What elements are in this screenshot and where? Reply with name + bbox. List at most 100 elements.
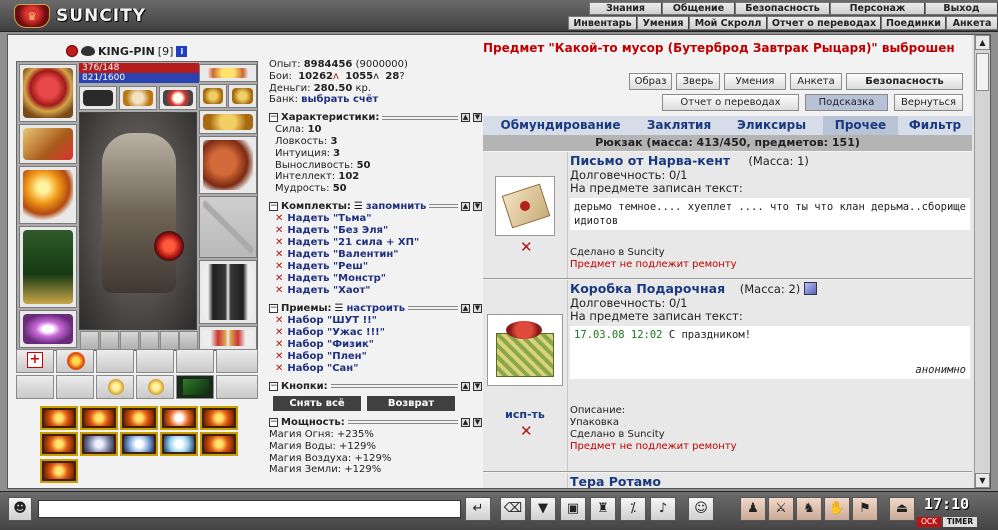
earring-slot[interactable]: [119, 86, 157, 110]
scroll-down-icon[interactable]: ▼: [975, 473, 990, 488]
up-arrow-icon[interactable]: ▲: [461, 201, 470, 211]
trick-set-item[interactable]: ✕ Набор "Ужас !!!": [269, 327, 482, 339]
delete-icon[interactable]: ✕: [275, 261, 283, 273]
security-button[interactable]: Безопасность: [846, 73, 963, 90]
set-item[interactable]: ✕ Надеть "Монстр": [269, 273, 482, 285]
letter-icon[interactable]: [495, 176, 555, 236]
collapse-icon[interactable]: −: [269, 381, 278, 391]
select-icon[interactable]: ▣: [560, 497, 586, 521]
group-icon[interactable]: ♞: [796, 497, 822, 521]
down-arrow-icon[interactable]: ▼: [473, 201, 482, 211]
vertical-scrollbar[interactable]: ▲ ▼: [974, 35, 990, 488]
item-name[interactable]: Коробка Подарочная: [570, 281, 725, 296]
exit-icon[interactable]: ⏏: [889, 497, 915, 521]
menu-my-scroll[interactable]: Мой Скролл: [689, 16, 767, 30]
hand-icon[interactable]: ✋: [824, 497, 850, 521]
collapse-icon[interactable]: −: [269, 201, 278, 211]
menu-skills[interactable]: Умения: [637, 16, 689, 30]
use-item-link[interactable]: исп-ть: [495, 408, 555, 421]
up-arrow-icon[interactable]: ▲: [461, 113, 470, 123]
delete-icon[interactable]: ✕: [520, 422, 533, 440]
delete-icon[interactable]: ✕: [275, 327, 283, 339]
trick-set-item[interactable]: ✕ Набор "ШУТ !!": [269, 315, 482, 327]
ring-slot-3[interactable]: [228, 84, 257, 108]
spell-slot-8[interactable]: [120, 432, 158, 456]
delete-icon[interactable]: ✕: [275, 285, 283, 297]
back-button[interactable]: Вернуться: [894, 94, 963, 111]
delete-icon[interactable]: ✕: [275, 339, 283, 351]
spell-slot-9[interactable]: [160, 432, 198, 456]
spell-slot-6[interactable]: [40, 432, 78, 456]
ring-slot-1[interactable]: [159, 86, 197, 110]
delete-icon[interactable]: ✕: [275, 225, 283, 237]
scroll-slot-6[interactable]: [216, 349, 258, 373]
hint-button[interactable]: Подсказка: [805, 94, 888, 111]
menu-knowledge[interactable]: Знания: [589, 2, 662, 15]
belt-pocket-2[interactable]: [100, 331, 119, 350]
scroll-slot-11[interactable]: [176, 375, 214, 399]
collapse-icon[interactable]: −: [269, 417, 278, 427]
trick-set-item[interactable]: ✕ Набор "Плен": [269, 351, 482, 363]
belt-pocket-3[interactable]: [120, 331, 139, 350]
tab-equipment[interactable]: Обмундирование: [483, 116, 638, 135]
down-arrow-icon[interactable]: ▼: [473, 381, 482, 391]
menu-transfer-report[interactable]: Отчет о переводах: [767, 16, 881, 30]
down-arrow-icon[interactable]: ▼: [473, 303, 482, 313]
spell-slot-11[interactable]: [40, 459, 78, 483]
image-button[interactable]: Образ: [629, 73, 672, 90]
down-arrow-icon[interactable]: ▼: [473, 113, 482, 123]
scroll-up-icon[interactable]: ▲: [975, 35, 990, 50]
scroll-slot-7[interactable]: [16, 375, 54, 399]
flag-icon[interactable]: ⚑: [852, 497, 878, 521]
armor-slot[interactable]: [19, 226, 77, 308]
set-item[interactable]: ✕ Надеть "Реш": [269, 261, 482, 273]
delete-icon[interactable]: ✕: [275, 237, 283, 249]
clear-icon[interactable]: ⌫: [500, 497, 526, 521]
sound-icon[interactable]: ♪: [650, 497, 676, 521]
tab-other[interactable]: Прочее: [823, 116, 898, 135]
trick-set-item[interactable]: ✕ Набор "Сан": [269, 363, 482, 375]
ring-slot-2[interactable]: [199, 84, 227, 108]
delete-icon[interactable]: ✕: [275, 351, 283, 363]
transfer-report-button[interactable]: Отчет о переводах: [662, 94, 799, 111]
delete-icon[interactable]: ✕: [275, 315, 283, 327]
gloves-slot[interactable]: [199, 136, 257, 194]
weapon-slot[interactable]: [19, 166, 77, 224]
menu-profile[interactable]: Анкета: [946, 16, 998, 30]
boots-slot[interactable]: [199, 326, 257, 350]
item-name[interactable]: Письмо от Нарва-кент: [570, 153, 730, 168]
spell-slot-3[interactable]: [120, 406, 158, 430]
gift-box-icon[interactable]: [487, 314, 563, 386]
profile-button[interactable]: Анкета: [790, 73, 842, 90]
filter-icon[interactable]: ▼: [530, 497, 556, 521]
spell-slot-4[interactable]: [160, 406, 198, 430]
spell-slot-10[interactable]: [200, 432, 238, 456]
timer-label[interactable]: TIMER: [943, 517, 977, 527]
belt-pocket-6[interactable]: [179, 331, 198, 350]
down-arrow-icon[interactable]: ▼: [473, 417, 482, 427]
set-item[interactable]: ✕ Надеть "Без Эля": [269, 225, 482, 237]
spell-slot-1[interactable]: [40, 406, 78, 430]
user-icon[interactable]: ♟: [740, 497, 766, 521]
info-icon[interactable]: i: [176, 45, 188, 57]
configure-tricks-link[interactable]: настроить: [347, 303, 406, 315]
amulet-slot[interactable]: [79, 86, 117, 110]
menu-exit[interactable]: Выход: [925, 2, 998, 15]
scroll-thumb[interactable]: [976, 53, 989, 91]
scroll-slot-5[interactable]: [176, 349, 214, 373]
menu-inventory[interactable]: Инвентарь: [568, 16, 637, 30]
collapse-icon[interactable]: −: [269, 303, 278, 313]
clan-icon[interactable]: [66, 45, 78, 57]
scroll-slot-fire[interactable]: [56, 349, 94, 373]
skills-button[interactable]: Умения: [724, 73, 786, 90]
remove-all-button[interactable]: Снять всё: [273, 395, 361, 411]
scroll-slot-heal[interactable]: +: [16, 349, 54, 373]
scroll-slot-8[interactable]: [56, 375, 94, 399]
delete-icon[interactable]: ✕: [275, 249, 283, 261]
remember-set-link[interactable]: запомнить: [366, 201, 427, 213]
pet-button[interactable]: Зверь: [676, 73, 720, 90]
duel-icon[interactable]: ⚔: [768, 497, 794, 521]
tab-elixirs[interactable]: Эликсиры: [720, 116, 823, 135]
menu-character[interactable]: Персонаж: [830, 2, 925, 15]
set-item[interactable]: ✕ Надеть "Валентин": [269, 249, 482, 261]
